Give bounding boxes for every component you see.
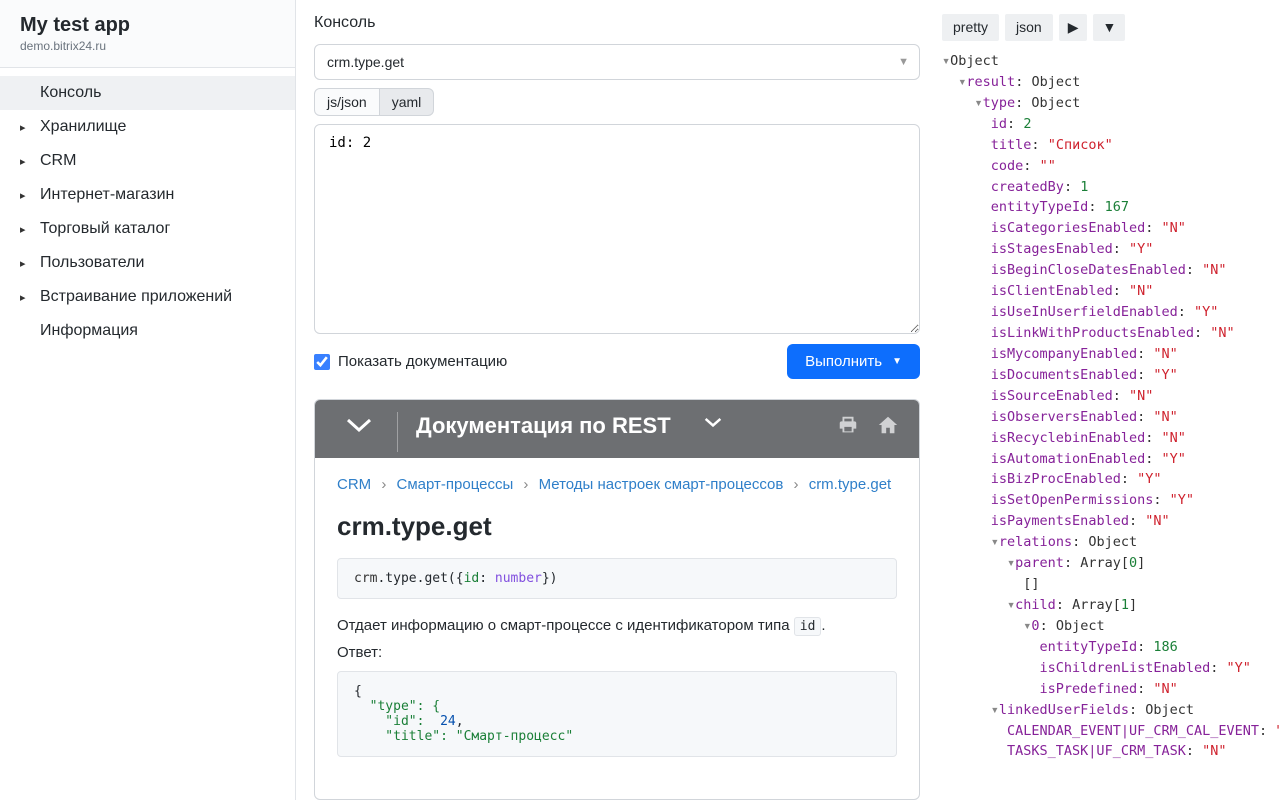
result-more-button[interactable]: ▼ (1093, 14, 1125, 41)
show-docs-checkbox-input[interactable] (314, 354, 330, 370)
doc-signature: crm.type.get({id: number}) (337, 558, 897, 599)
doc-response-label: Ответ: (337, 644, 897, 661)
sidebar-item-label: CRM (40, 152, 76, 170)
sidebar-item-7[interactable]: ▸Информация (0, 314, 295, 348)
sidebar-item-label: Торговый каталог (40, 220, 170, 238)
sidebar-item-label: Интернет-магазин (40, 186, 174, 204)
run-button-label: Выполнить (805, 353, 882, 370)
doc-panel: Документация по REST CRM › Сма (314, 399, 920, 800)
breadcrumb: CRM › Смарт-процессы › Методы настроек с… (337, 474, 897, 497)
center-pane: Консоль crm.type.get ▼ js/json yaml Пока… (296, 0, 934, 800)
caret-down-icon: ▼ (892, 356, 902, 367)
view-json-button[interactable]: json (1005, 14, 1053, 41)
run-button[interactable]: Выполнить ▼ (787, 344, 920, 379)
show-docs-checkbox[interactable]: Показать документацию (314, 353, 507, 370)
method-select[interactable]: crm.type.get ▼ (314, 44, 920, 80)
show-docs-label: Показать документацию (338, 353, 507, 370)
result-tree[interactable]: ▾Object ▾result: Object ▾type: Object id… (942, 51, 1272, 762)
result-tools: pretty json ▶ ▼ (942, 14, 1272, 41)
caret-right-icon: ▸ (20, 155, 32, 168)
sidebar-item-label: Встраивание приложений (40, 288, 232, 306)
doc-toggle[interactable] (339, 414, 379, 436)
run-row: Показать документацию Выполнить ▼ (314, 344, 920, 379)
app-subtitle: demo.bitrix24.ru (20, 39, 275, 53)
doc-title: crm.type.get (337, 511, 897, 542)
caret-right-icon: ▸ (20, 189, 32, 202)
sidebar-item-5[interactable]: ▸ Пользователи (0, 246, 295, 280)
sidebar-item-label: Информация (40, 322, 138, 340)
crumb-methods[interactable]: Методы настроек смарт-процессов (539, 476, 784, 493)
main: Консоль crm.type.get ▼ js/json yaml Пока… (296, 0, 1280, 800)
format-tab-json[interactable]: js/json (314, 88, 380, 116)
app-title: My test app (20, 14, 275, 37)
caret-right-icon: ▸ (20, 223, 32, 236)
caret-right-icon: ▸ (20, 121, 32, 134)
page-title: Консоль (314, 14, 920, 32)
divider (397, 412, 398, 452)
format-tab-yaml[interactable]: yaml (380, 88, 435, 116)
sidebar-item-6[interactable]: ▸ Встраивание приложений (0, 280, 295, 314)
result-pane: pretty json ▶ ▼ ▾Object ▾result: Object … (934, 0, 1280, 800)
home-icon[interactable] (877, 414, 899, 439)
caret-right-icon: ▸ (20, 257, 32, 270)
doc-section-toggle[interactable] (693, 414, 733, 432)
print-icon[interactable] (837, 414, 859, 439)
view-pretty-button[interactable]: pretty (942, 14, 999, 41)
method-value: crm.type.get (327, 54, 404, 70)
caret-right-icon: ▸ (20, 291, 32, 304)
sidebar-item-label: Пользователи (40, 254, 144, 272)
app-header: My test app demo.bitrix24.ru (0, 0, 295, 68)
crumb-crm[interactable]: CRM (337, 476, 371, 493)
doc-header: Документация по REST (315, 400, 919, 458)
crumb-smart[interactable]: Смарт-процессы (397, 476, 514, 493)
sidebar-nav: ▸Консоль▸Хранилище▸CRM▸Интернет-магазин▸… (0, 68, 295, 348)
crumb-method[interactable]: crm.type.get (809, 476, 892, 493)
sidebar-item-label: Консоль (40, 84, 101, 102)
sidebar-item-2[interactable]: ▸ CRM (0, 144, 295, 178)
doc-header-icons (837, 414, 899, 439)
sidebar-item-1[interactable]: ▸ Хранилище (0, 110, 295, 144)
sidebar-item-3[interactable]: ▸ Интернет-магазин (0, 178, 295, 212)
doc-body: CRM › Смарт-процессы › Методы настроек с… (315, 458, 919, 791)
sidebar-item-label: Хранилище (40, 118, 126, 136)
sidebar-item-0[interactable]: ▸Консоль (0, 76, 295, 110)
chevron-down-icon: ▼ (898, 56, 909, 68)
request-body-input[interactable] (314, 124, 920, 334)
format-tabs: js/json yaml (314, 88, 920, 116)
doc-header-title: Документация по REST (416, 414, 671, 438)
sidebar-item-4[interactable]: ▸ Торговый каталог (0, 212, 295, 246)
doc-response-sample: { "type": { "id": 24, "title": "Смарт-пр… (337, 671, 897, 757)
result-run-button[interactable]: ▶ (1059, 14, 1088, 41)
doc-description: Отдает информацию о смарт-процессе с иде… (337, 617, 897, 634)
sidebar: My test app demo.bitrix24.ru ▸Консоль▸Хр… (0, 0, 296, 800)
